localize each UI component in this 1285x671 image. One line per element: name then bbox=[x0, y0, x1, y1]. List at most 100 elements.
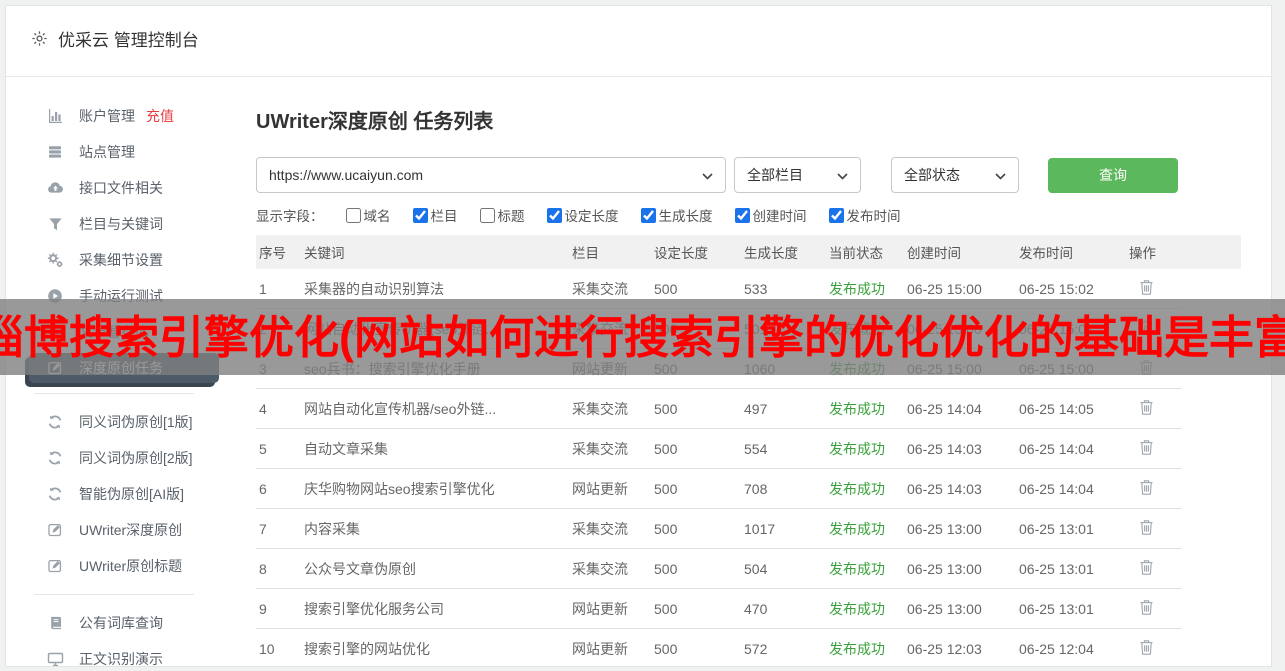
field-checkbox[interactable]: 发布时间 bbox=[829, 205, 901, 225]
cell-actions bbox=[1126, 479, 1182, 499]
field-checkbox-input[interactable] bbox=[346, 208, 361, 223]
cell-publish-time: 06-25 14:05 bbox=[1016, 401, 1126, 417]
delete-button[interactable] bbox=[1129, 439, 1154, 459]
cell-gen-length: 572 bbox=[741, 641, 826, 657]
cloud-upload-icon bbox=[46, 180, 64, 196]
delete-button[interactable] bbox=[1129, 479, 1154, 499]
status-badge: 发布成功 bbox=[826, 399, 904, 419]
cell-set-length: 500 bbox=[651, 521, 741, 537]
delete-button[interactable] bbox=[1129, 639, 1154, 659]
column-select[interactable]: 全部栏目 bbox=[734, 157, 861, 193]
field-checkbox[interactable]: 设定长度 bbox=[547, 205, 619, 225]
cell-gen-length: 470 bbox=[741, 601, 826, 617]
refresh-icon bbox=[46, 414, 64, 430]
cell-create-time: 06-25 14:03 bbox=[904, 481, 1016, 497]
table-header-row: 序号关键词栏目设定长度生成长度当前状态创建时间发布时间操作 bbox=[256, 235, 1241, 269]
status-badge: 发布成功 bbox=[826, 559, 904, 579]
field-checkbox[interactable]: 创建时间 bbox=[735, 205, 807, 225]
cell-index: 5 bbox=[256, 441, 301, 457]
status-select[interactable]: 全部状态 bbox=[891, 157, 1019, 193]
cell-create-time: 06-25 14:03 bbox=[904, 441, 1016, 457]
cell-create-time: 06-25 14:04 bbox=[904, 401, 1016, 417]
trash-icon bbox=[1139, 639, 1154, 659]
table-header-cell: 序号 bbox=[256, 242, 301, 262]
sidebar-item[interactable]: 同义词伪原创[2版] bbox=[6, 440, 246, 476]
sidebar-item[interactable]: 采集细节设置 bbox=[6, 242, 246, 278]
delete-button[interactable] bbox=[1129, 279, 1154, 299]
cell-column: 采集交流 bbox=[569, 519, 651, 539]
cell-set-length: 500 bbox=[651, 601, 741, 617]
cell-column: 网站更新 bbox=[569, 639, 651, 659]
field-checkbox-input[interactable] bbox=[829, 208, 844, 223]
gear-icon bbox=[31, 30, 48, 47]
delete-button[interactable] bbox=[1129, 399, 1154, 419]
delete-button[interactable] bbox=[1129, 559, 1154, 579]
sidebar-divider bbox=[34, 594, 194, 595]
cell-gen-length: 1017 bbox=[741, 521, 826, 537]
sidebar-item[interactable]: 账户管理 充值 bbox=[6, 98, 246, 134]
cell-set-length: 500 bbox=[651, 281, 741, 297]
field-checkbox-input[interactable] bbox=[413, 208, 428, 223]
top-bar: 优采云 管理控制台 bbox=[6, 6, 1271, 77]
sidebar-item[interactable]: 同义词伪原创[1版] bbox=[6, 404, 246, 440]
cell-keyword: 网站自动化宣传机器/seo外链... bbox=[301, 399, 569, 419]
sidebar-item[interactable]: 正文识别演示 bbox=[6, 641, 246, 667]
field-checkbox-input[interactable] bbox=[641, 208, 656, 223]
status-select-value: 全部状态 bbox=[904, 165, 960, 185]
field-checkbox[interactable]: 标题 bbox=[480, 205, 525, 225]
table-row: 10 搜索引擎的网站优化 网站更新 500 572 发布成功 06-25 12:… bbox=[256, 629, 1182, 667]
field-checkbox-input[interactable] bbox=[735, 208, 750, 223]
refresh-icon bbox=[46, 450, 64, 466]
sidebar-item[interactable]: UWriter原创标题 bbox=[6, 548, 246, 584]
display-fields-label: 显示字段： bbox=[256, 205, 324, 225]
cell-actions bbox=[1126, 599, 1182, 619]
cell-create-time: 06-25 13:00 bbox=[904, 601, 1016, 617]
site-select[interactable]: https://www.ucaiyun.com bbox=[256, 157, 726, 193]
cell-gen-length: 708 bbox=[741, 481, 826, 497]
field-checkbox-input[interactable] bbox=[547, 208, 562, 223]
cell-actions bbox=[1126, 399, 1182, 419]
overlay-band: 淄博搜索引擎优化(网站如何进行搜索引擎的优化优化的基础是丰富并及 bbox=[0, 299, 1285, 375]
cell-publish-time: 06-25 15:02 bbox=[1016, 281, 1126, 297]
field-checkbox[interactable]: 生成长度 bbox=[641, 205, 713, 225]
cell-column: 网站更新 bbox=[569, 479, 651, 499]
delete-button[interactable] bbox=[1129, 519, 1154, 539]
query-button[interactable]: 查询 bbox=[1048, 158, 1178, 193]
cell-column: 采集交流 bbox=[569, 279, 651, 299]
cell-create-time: 06-25 15:00 bbox=[904, 281, 1016, 297]
book-icon bbox=[46, 615, 64, 631]
cell-actions bbox=[1126, 559, 1182, 579]
cell-gen-length: 504 bbox=[741, 561, 826, 577]
cell-keyword: 搜索引擎优化服务公司 bbox=[301, 599, 569, 619]
sidebar-item[interactable]: 公有词库查询 bbox=[6, 605, 246, 641]
sidebar-item[interactable]: UWriter深度原创 bbox=[6, 512, 246, 548]
sidebar-item[interactable]: 站点管理 bbox=[6, 134, 246, 170]
cell-index: 9 bbox=[256, 601, 301, 617]
field-checkbox[interactable]: 域名 bbox=[346, 205, 391, 225]
cell-set-length: 500 bbox=[651, 401, 741, 417]
cell-index: 7 bbox=[256, 521, 301, 537]
status-badge: 发布成功 bbox=[826, 439, 904, 459]
cell-index: 4 bbox=[256, 401, 301, 417]
cell-index: 10 bbox=[256, 641, 301, 657]
trash-icon bbox=[1139, 479, 1154, 499]
cell-actions bbox=[1126, 279, 1182, 299]
sidebar-item[interactable]: 接口文件相关 bbox=[6, 170, 246, 206]
server-icon bbox=[46, 144, 64, 160]
cell-actions bbox=[1126, 639, 1182, 659]
table-header-cell: 关键词 bbox=[301, 242, 569, 262]
status-badge: 发布成功 bbox=[826, 519, 904, 539]
field-checkbox-input[interactable] bbox=[480, 208, 495, 223]
delete-button[interactable] bbox=[1129, 599, 1154, 619]
cell-keyword: 公众号文章伪原创 bbox=[301, 559, 569, 579]
table-header-cell: 发布时间 bbox=[1016, 242, 1126, 262]
refresh-icon bbox=[46, 486, 64, 502]
sidebar-item[interactable]: 智能伪原创[AI版] bbox=[6, 476, 246, 512]
sidebar-item[interactable]: 栏目与关键词 bbox=[6, 206, 246, 242]
trash-icon bbox=[1139, 599, 1154, 619]
table-header-cell: 设定长度 bbox=[651, 242, 741, 262]
status-badge: 发布成功 bbox=[826, 639, 904, 659]
recharge-badge[interactable]: 充值 bbox=[146, 106, 174, 126]
field-checkbox[interactable]: 栏目 bbox=[413, 205, 458, 225]
cell-column: 采集交流 bbox=[569, 439, 651, 459]
